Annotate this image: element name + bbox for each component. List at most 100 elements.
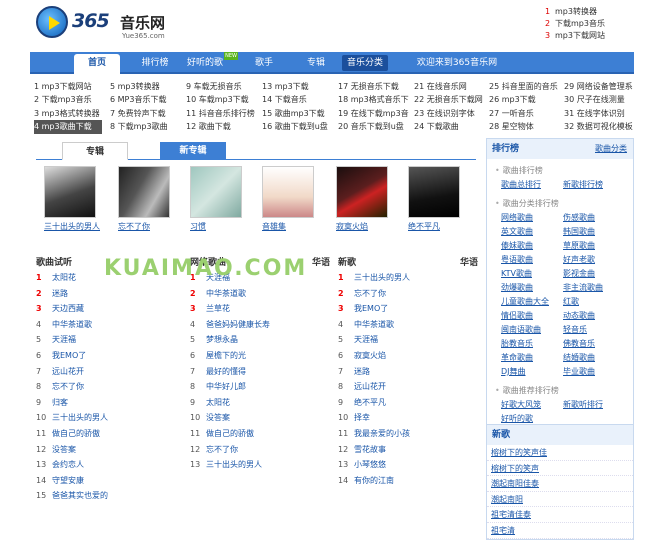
chart-link[interactable]: 好歌大风笼 bbox=[501, 398, 563, 412]
nav-good-songs[interactable]: 好听的歌 bbox=[180, 52, 230, 74]
song-title[interactable]: 忘不了你 bbox=[354, 289, 386, 298]
nav-singers[interactable]: 歌手 bbox=[244, 52, 284, 74]
hot-link[interactable]: 6 MP3音乐下载 bbox=[110, 93, 186, 106]
song-title[interactable]: 中华茶道歌 bbox=[52, 320, 92, 329]
nav-charts[interactable]: 排行榜 bbox=[130, 52, 180, 74]
song-title[interactable]: 迷路 bbox=[354, 367, 370, 376]
song-title[interactable]: 我EMO了 bbox=[52, 351, 86, 360]
album-cover[interactable] bbox=[408, 166, 460, 218]
album-title[interactable]: 忘不了你 bbox=[118, 221, 178, 232]
hot-link[interactable]: 28 星空物体 bbox=[489, 120, 565, 133]
song-title[interactable]: 中华好儿郎 bbox=[206, 382, 246, 391]
song-title[interactable]: 梦想永晶 bbox=[206, 335, 238, 344]
song-row[interactable]: 6 我EMO了 bbox=[36, 348, 176, 364]
hot-link[interactable]: 12 歌曲下载 bbox=[186, 120, 262, 133]
chart-link[interactable]: 革命歌曲 bbox=[501, 351, 563, 365]
song-title[interactable]: 兰草花 bbox=[206, 304, 230, 313]
hot-link[interactable]: 30 尺子在线测量 bbox=[564, 93, 640, 106]
song-row[interactable]: 13 三十出头的男人 bbox=[190, 457, 330, 473]
song-title[interactable]: 远山花开 bbox=[354, 382, 386, 391]
song-title[interactable]: 三十出头的男人 bbox=[52, 413, 108, 422]
album-title[interactable]: 习惯 bbox=[190, 221, 250, 232]
song-row[interactable]: 3 天边西藏 bbox=[36, 301, 176, 317]
song-row[interactable]: 8 远山花开 bbox=[338, 379, 478, 395]
song-row[interactable]: 2 迷路 bbox=[36, 286, 176, 302]
song-row[interactable]: 10 择幸 bbox=[338, 410, 478, 426]
song-title[interactable]: 太阳花 bbox=[206, 398, 230, 407]
hot-link[interactable]: 22 无损音乐下载网 bbox=[414, 93, 490, 106]
hot-link[interactable]: 32 数据可视化模板 bbox=[564, 120, 640, 133]
song-row[interactable]: 5 梦想永晶 bbox=[190, 332, 330, 348]
list-lang-tag[interactable]: 华语 bbox=[312, 256, 330, 270]
chart-link[interactable]: KTV歌曲 bbox=[501, 267, 563, 281]
song-title[interactable]: 中华茶道歌 bbox=[354, 320, 394, 329]
chart-link[interactable]: 毕业歌曲 bbox=[563, 365, 625, 379]
song-title[interactable]: 忘不了你 bbox=[52, 382, 84, 391]
song-row[interactable]: 11 我最亲爱的小孩 bbox=[338, 426, 478, 442]
album-cover[interactable] bbox=[190, 166, 242, 218]
hot-link[interactable]: 14 下载音乐 bbox=[262, 93, 338, 106]
song-title[interactable]: 寂寞火焰 bbox=[354, 351, 386, 360]
chart-link[interactable]: 胎教音乐 bbox=[501, 337, 563, 351]
song-title[interactable]: 我EMO了 bbox=[354, 304, 388, 313]
song-row[interactable]: 5 天涯福 bbox=[36, 332, 176, 348]
hot-link[interactable]: 25 抖音里面的音乐 bbox=[489, 80, 565, 93]
nav-welcome[interactable]: 欢迎来到365音乐网 bbox=[402, 52, 512, 74]
song-row[interactable]: 11 做自己的骄傲 bbox=[190, 426, 330, 442]
chart-link[interactable]: 歌曲总排行 bbox=[501, 178, 563, 192]
song-row[interactable]: 13 小琴悠悠 bbox=[338, 457, 478, 473]
top-link[interactable]: 2 下载mp3音乐 bbox=[545, 18, 605, 30]
song-row[interactable]: 8 中华好儿郎 bbox=[190, 379, 330, 395]
song-row[interactable]: 12 没答案 bbox=[36, 442, 176, 458]
song-row[interactable]: 4 中华茶道歌 bbox=[338, 317, 478, 333]
song-title[interactable]: 有你的江南 bbox=[354, 476, 394, 485]
new-song-link[interactable]: 祖宅清 bbox=[487, 523, 633, 539]
song-title[interactable]: 最好的懂得 bbox=[206, 367, 246, 376]
song-title[interactable]: 爸爸其实也爱的 bbox=[52, 491, 108, 500]
album-cover[interactable] bbox=[44, 166, 96, 218]
song-row[interactable]: 2 忘不了你 bbox=[338, 286, 478, 302]
nav-albums[interactable]: 专辑 bbox=[296, 52, 336, 74]
top-link[interactable]: 3 mp3下载网站 bbox=[545, 30, 605, 42]
song-title[interactable]: 天边西藏 bbox=[52, 304, 84, 313]
chart-link[interactable]: 轻音乐 bbox=[563, 323, 625, 337]
sidebar-more-link[interactable]: 歌曲分类 bbox=[595, 139, 627, 159]
chart-link[interactable]: 好声老歌 bbox=[563, 253, 625, 267]
hot-link[interactable]: 27 一听音乐 bbox=[489, 107, 565, 120]
chart-link[interactable]: 伤感歌曲 bbox=[563, 211, 625, 225]
song-row[interactable]: 6 屋檐下的光 bbox=[190, 348, 330, 364]
song-title[interactable]: 三十出头的男人 bbox=[206, 460, 262, 469]
hot-link[interactable]: 10 车载mp3下载 bbox=[186, 93, 262, 106]
song-row[interactable]: 5 天涯福 bbox=[338, 332, 478, 348]
song-title[interactable]: 雪花故事 bbox=[354, 445, 386, 454]
list-lang-tag[interactable]: 华语 bbox=[460, 256, 478, 270]
hot-link[interactable]: 18 mp3格式音乐下 bbox=[338, 93, 414, 106]
album-title[interactable]: 音雄集 bbox=[262, 221, 322, 232]
song-title[interactable]: 远山花开 bbox=[52, 367, 84, 376]
hot-link[interactable]: 24 下载歌曲 bbox=[414, 120, 490, 133]
song-row[interactable]: 10 没答案 bbox=[190, 410, 330, 426]
song-title[interactable]: 屋檐下的光 bbox=[206, 351, 246, 360]
song-row[interactable]: 1 三十出头的男人 bbox=[338, 270, 478, 286]
song-title[interactable]: 没答案 bbox=[52, 445, 76, 454]
new-song-link[interactable]: 榕树下的笑声佳 bbox=[487, 445, 633, 461]
album-cover[interactable] bbox=[336, 166, 388, 218]
album-title[interactable]: 三十出头的男人 bbox=[44, 221, 104, 232]
chart-link[interactable]: 影视金曲 bbox=[563, 267, 625, 281]
song-title[interactable]: 天涯福 bbox=[354, 335, 378, 344]
chart-link[interactable]: 新歌排行榜 bbox=[563, 178, 625, 192]
new-song-link[interactable]: 潮起南阳 bbox=[487, 492, 633, 508]
song-row[interactable]: 8 忘不了你 bbox=[36, 379, 176, 395]
song-row[interactable]: 9 绝不平凡 bbox=[338, 395, 478, 411]
song-title[interactable]: 择幸 bbox=[354, 413, 370, 422]
chart-link[interactable]: DJ舞曲 bbox=[501, 365, 563, 379]
hot-link[interactable]: 31 在线字体识别 bbox=[564, 107, 640, 120]
top-link[interactable]: 1 mp3转换器 bbox=[545, 6, 605, 18]
hot-link[interactable]: 16 歌曲下载到u盘 bbox=[262, 120, 338, 133]
tab-albums[interactable]: 专辑 bbox=[62, 142, 128, 160]
new-song-link[interactable]: 潮起南阳佳泰 bbox=[487, 476, 633, 492]
hot-link[interactable]: 15 歌曲mp3下载 bbox=[262, 107, 338, 120]
chart-link[interactable]: 网络歌曲 bbox=[501, 211, 563, 225]
album-card[interactable]: 音雄集 bbox=[262, 166, 322, 232]
hot-link[interactable]: 20 音乐下载到u盘 bbox=[338, 120, 414, 133]
